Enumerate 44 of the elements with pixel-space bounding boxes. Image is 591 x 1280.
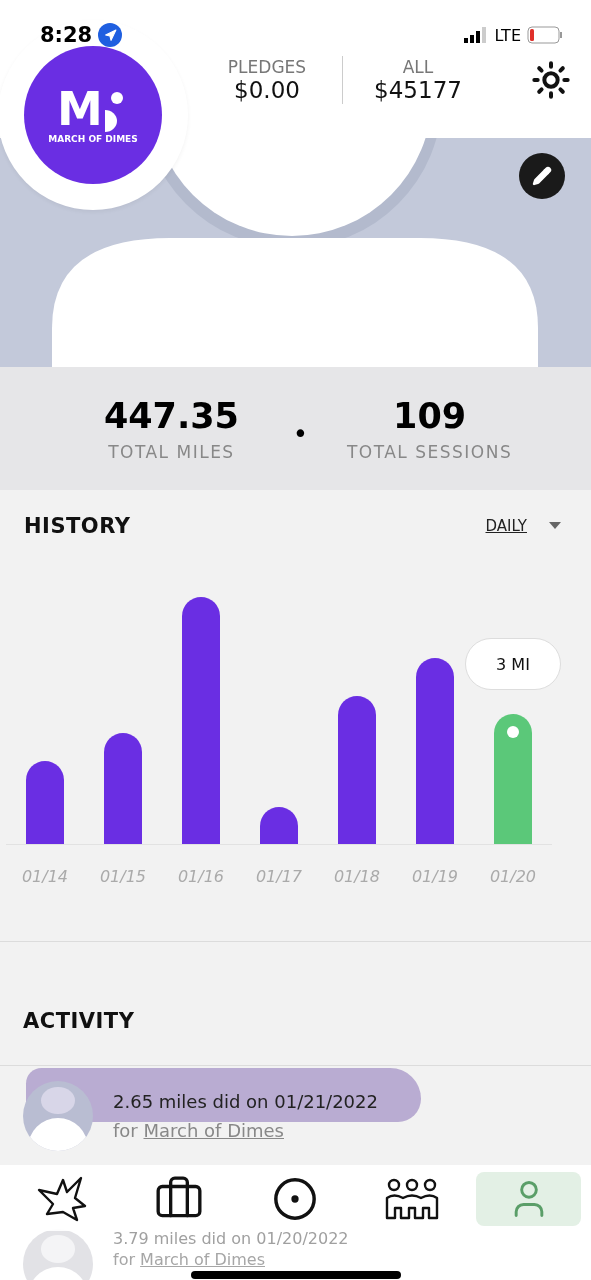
stat-value: $45177	[374, 77, 462, 103]
history-bar[interactable]	[338, 696, 376, 844]
bar-date-label: 01/16	[177, 867, 225, 886]
activity-text: 3.79 miles did on 01/20/2022	[113, 1229, 349, 1248]
total-label: TOTAL SESSIONS	[346, 441, 513, 462]
target-icon	[272, 1176, 319, 1222]
status-time: 8:28	[40, 23, 93, 47]
bar-date-label: 01/18	[333, 867, 381, 886]
activity-org-text: for March of Dimes	[113, 1119, 285, 1141]
battery-icon	[527, 26, 563, 44]
total-value: 447.35	[103, 395, 239, 436]
pencil-icon	[532, 166, 552, 186]
bar-date-label: 01/17	[255, 867, 303, 886]
caret-icon	[549, 522, 561, 530]
separator-dot: •	[292, 417, 309, 449]
total-value: 109	[393, 395, 467, 436]
people-group-icon	[385, 1178, 440, 1220]
activity-text: 2.65 miles did on 01/21/2022	[113, 1090, 378, 1112]
logo-mark: M	[57, 86, 103, 132]
network-label: LTE	[494, 25, 521, 45]
logo-caption: MARCH OF DIMES	[48, 134, 138, 144]
bar-date-label: 01/14	[21, 867, 69, 886]
activity-org-text: for March of Dimes	[113, 1250, 266, 1269]
settings-button[interactable]	[531, 60, 571, 100]
period-dropdown[interactable]: DAILY	[485, 517, 561, 535]
section-title: ACTIVITY	[23, 1009, 135, 1033]
starburst-icon	[37, 1176, 88, 1222]
stat-label: ALL	[402, 57, 434, 77]
total-label: TOTAL MILES	[108, 441, 235, 462]
bar-date-label: 01/15	[99, 867, 147, 886]
history-bar[interactable]	[26, 761, 64, 844]
signal-icon	[464, 27, 489, 43]
section-title: HISTORY	[24, 514, 131, 538]
stat-label: PLEDGES	[227, 57, 307, 77]
stat-value: $0.00	[234, 77, 300, 103]
history-bar[interactable]	[260, 807, 298, 844]
organization-link[interactable]: March of Dimes	[140, 1250, 265, 1269]
edit-button[interactable]	[519, 153, 565, 199]
history-bar[interactable]	[104, 733, 142, 844]
value-tooltip: 3 MI	[465, 638, 561, 690]
bar-date-label: 01/19	[411, 867, 459, 886]
organization-link[interactable]: March of Dimes	[143, 1119, 284, 1141]
bar-date-label: 01/20	[489, 867, 537, 886]
history-bar[interactable]	[416, 658, 454, 844]
